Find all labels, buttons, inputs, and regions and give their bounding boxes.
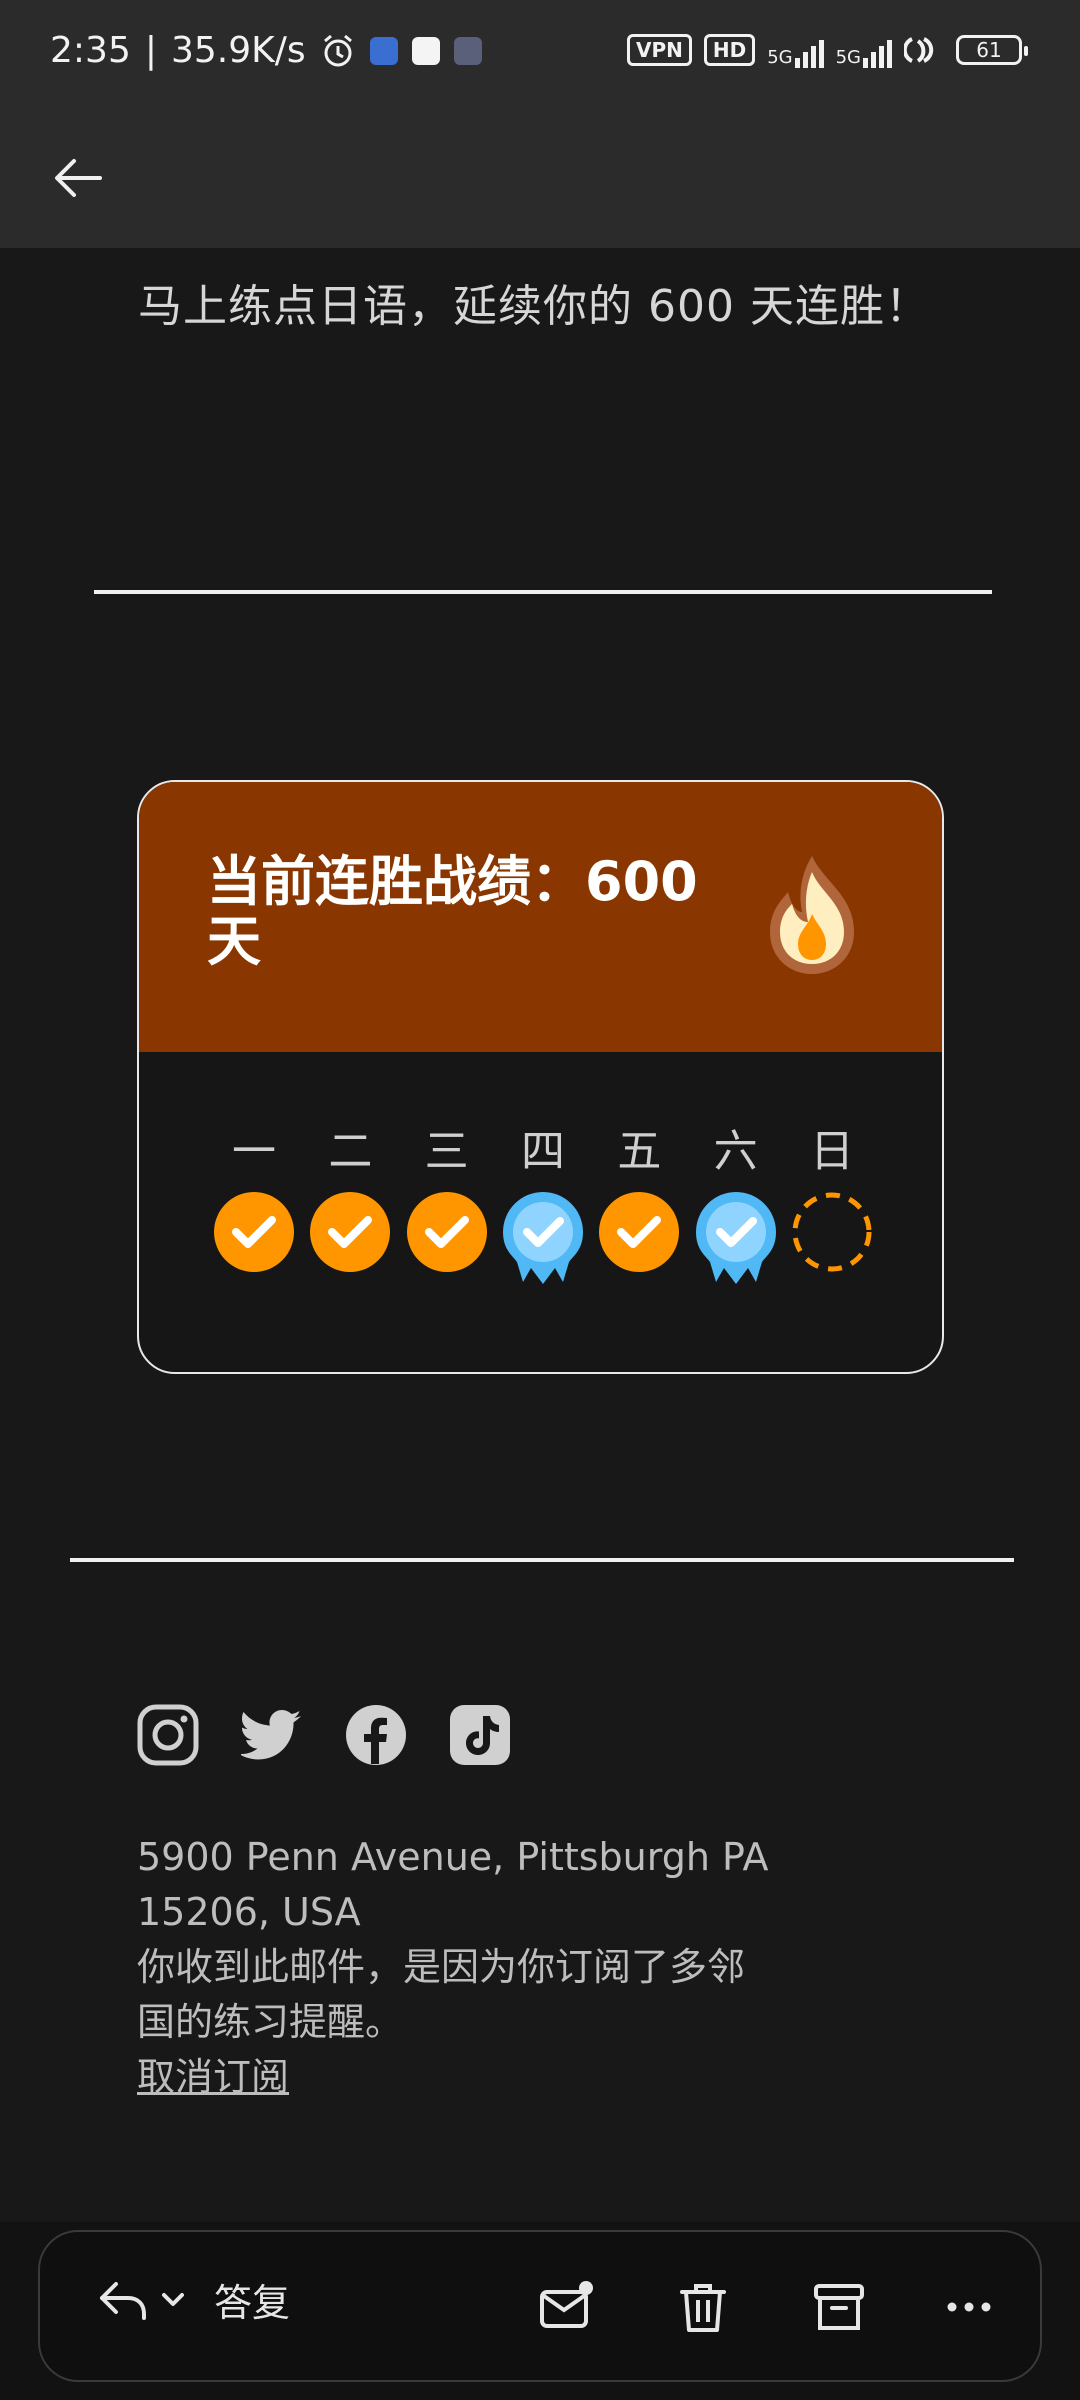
back-arrow-icon[interactable] [50,150,106,206]
intro-text: 马上练点日语，延续你的 600 天连胜！ [138,281,930,332]
reply-icon [100,2281,146,2320]
delete-icon[interactable] [674,2278,732,2336]
day-sun: 日 [789,1122,875,1286]
day-thu: 四 [500,1122,586,1286]
twitter-icon[interactable] [239,1704,303,1766]
signal-icon: 5G [767,32,824,68]
address-line: 15206, USA [137,1890,361,1934]
lark-notification-icon [411,36,440,65]
footer-address: 5900 Penn Avenue, Pittsburgh PA 15206, U… [137,1830,857,2050]
hd-icon: HD [703,34,756,66]
day-label: 五 [617,1126,662,1177]
check-circle-icon [406,1192,487,1272]
day-label: 四 [520,1126,565,1177]
vpn-icon: VPN [626,34,692,66]
chevron-down-icon[interactable] [158,2285,188,2315]
reply-label: 答复 [214,2281,291,2325]
address-line: 5900 Penn Avenue, Pittsburgh PA [137,1835,769,1879]
day-fri: 五 [596,1122,682,1286]
day-mon: 一 [211,1122,297,1286]
streak-freeze-icon [695,1192,776,1284]
more-icon[interactable] [940,2278,998,2336]
day-label: 日 [809,1126,854,1177]
streak-card-header: 当前连胜战绩：600 天 [139,782,942,1052]
mark-unread-icon[interactable] [538,2278,596,2336]
day-label: 一 [232,1126,276,1177]
day-wed: 三 [404,1122,490,1286]
streak-freeze-icon [502,1192,583,1284]
avatar-notification-icon [453,36,482,65]
app-notification-icon [369,36,398,65]
week-days-row: 一 二 三 四 五 六 日 [211,1122,875,1286]
day-label: 二 [328,1126,373,1177]
hotspot-icon [904,37,934,63]
social-links [137,1704,511,1766]
tiktok-icon[interactable] [449,1704,511,1766]
divider [70,1558,1014,1562]
instagram-icon[interactable] [137,1704,199,1766]
check-circle-icon [214,1192,294,1272]
check-circle-icon [310,1192,391,1272]
day-tue: 二 [307,1122,393,1286]
status-time: 2:35 [50,30,131,71]
streak-card: 当前连胜战绩：600 天 一 二 三 四 五 六 日 [137,780,944,1374]
day-label: 三 [424,1126,469,1177]
alarm-icon [323,34,352,66]
app-bar [0,110,1080,248]
unsubscribe-link[interactable]: 取消订阅 [137,2050,289,2105]
subscription-notice: 你收到此邮件，是因为你订阅了多邻国的练习提醒。 [137,1945,746,2044]
reply-button[interactable]: 答复 [96,2272,290,2327]
battery-icon: 61 [956,35,1028,65]
signal-icon-2: 5G [836,32,892,68]
divider [94,590,992,594]
status-bar: 2:35 | 35.9K/s VPN HD 5G 5G 61 [0,0,1080,110]
archive-icon[interactable] [810,2278,868,2336]
check-circle-icon [599,1192,680,1272]
facebook-icon[interactable] [345,1704,407,1766]
streak-title: 当前连胜战绩：600 天 [207,850,698,973]
day-sat: 六 [693,1122,779,1286]
flame-icon [770,856,854,974]
network-speed: 35.9K/s [170,30,306,71]
bottom-action-bar: 答复 [38,2230,1042,2382]
day-label: 六 [713,1126,758,1177]
pending-circle-icon [792,1192,872,1272]
